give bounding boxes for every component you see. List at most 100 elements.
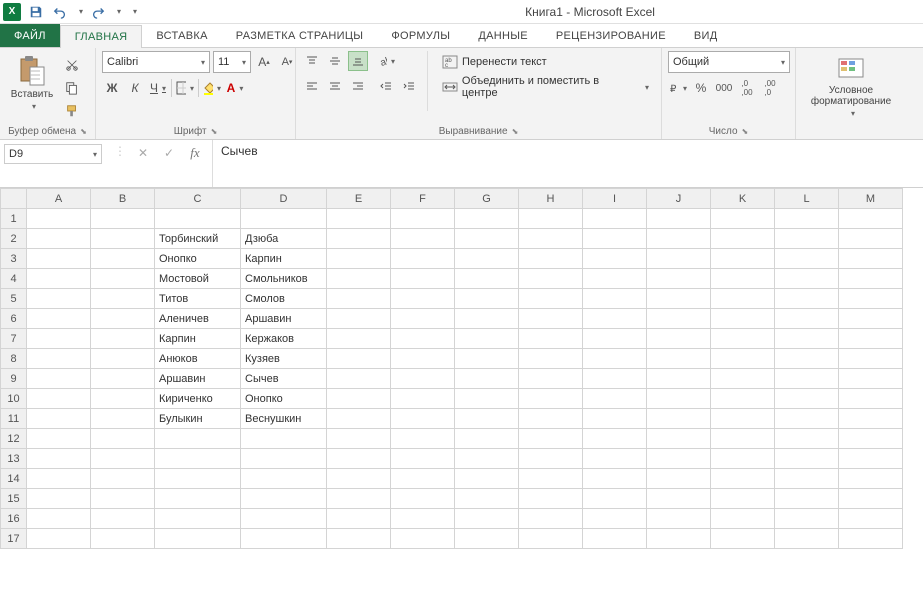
cell[interactable]: [327, 349, 391, 369]
save-icon[interactable]: [27, 3, 45, 21]
cell[interactable]: [711, 529, 775, 549]
cell[interactable]: [775, 329, 839, 349]
cell[interactable]: [775, 469, 839, 489]
enter-formula-icon[interactable]: ✓: [160, 144, 178, 162]
align-middle-icon[interactable]: [325, 51, 345, 71]
cell[interactable]: [583, 329, 647, 349]
cell[interactable]: [391, 369, 455, 389]
cell[interactable]: Смолов: [241, 289, 327, 309]
cell[interactable]: [839, 229, 903, 249]
cell[interactable]: [91, 349, 155, 369]
cell[interactable]: [711, 389, 775, 409]
number-launcher-icon[interactable]: ⬊: [742, 127, 749, 136]
tab-data[interactable]: ДАННЫЕ: [464, 24, 542, 47]
cell[interactable]: [519, 369, 583, 389]
cell[interactable]: [327, 329, 391, 349]
cell[interactable]: [583, 489, 647, 509]
cell[interactable]: Онопко: [241, 389, 327, 409]
column-header[interactable]: B: [91, 189, 155, 209]
cell[interactable]: [27, 529, 91, 549]
row-header[interactable]: 16: [1, 509, 27, 529]
cell[interactable]: [647, 329, 711, 349]
font-launcher-icon[interactable]: ⬊: [211, 127, 218, 136]
cell[interactable]: [583, 429, 647, 449]
cell[interactable]: [27, 309, 91, 329]
cell[interactable]: [327, 209, 391, 229]
cell[interactable]: [839, 389, 903, 409]
bold-button[interactable]: Ж: [102, 78, 122, 98]
cell[interactable]: [327, 269, 391, 289]
cell[interactable]: [455, 289, 519, 309]
cell[interactable]: [155, 449, 241, 469]
cell[interactable]: [711, 409, 775, 429]
cell[interactable]: [455, 229, 519, 249]
cell[interactable]: [27, 289, 91, 309]
cell[interactable]: Аленичев: [155, 309, 241, 329]
cell[interactable]: [391, 209, 455, 229]
cell[interactable]: [711, 209, 775, 229]
cell[interactable]: [711, 289, 775, 309]
cell[interactable]: [583, 469, 647, 489]
cell[interactable]: [327, 429, 391, 449]
cell[interactable]: [391, 289, 455, 309]
cell[interactable]: [27, 369, 91, 389]
row-header[interactable]: 5: [1, 289, 27, 309]
undo-icon[interactable]: [51, 3, 69, 21]
cell[interactable]: [711, 349, 775, 369]
cell[interactable]: [155, 429, 241, 449]
cell[interactable]: [647, 449, 711, 469]
grow-font-icon[interactable]: A▴: [254, 52, 274, 72]
cell[interactable]: [583, 409, 647, 429]
cell[interactable]: [241, 429, 327, 449]
row-header[interactable]: 10: [1, 389, 27, 409]
cell[interactable]: [775, 389, 839, 409]
cell[interactable]: [27, 509, 91, 529]
row-header[interactable]: 2: [1, 229, 27, 249]
cell[interactable]: [583, 269, 647, 289]
cell[interactable]: [455, 469, 519, 489]
cell[interactable]: [647, 289, 711, 309]
cell[interactable]: [91, 389, 155, 409]
cell[interactable]: [91, 209, 155, 229]
align-left-icon[interactable]: [302, 76, 322, 96]
cell[interactable]: [155, 529, 241, 549]
cell[interactable]: [241, 469, 327, 489]
cell[interactable]: [27, 429, 91, 449]
row-header[interactable]: 17: [1, 529, 27, 549]
cell[interactable]: [647, 309, 711, 329]
cell[interactable]: [91, 269, 155, 289]
conditional-formatting-button[interactable]: Условное форматирование ▾: [802, 51, 900, 118]
cell[interactable]: [839, 509, 903, 529]
tab-home[interactable]: ГЛАВНАЯ: [60, 25, 143, 48]
row-header[interactable]: 4: [1, 269, 27, 289]
cell[interactable]: [391, 269, 455, 289]
cell[interactable]: [455, 429, 519, 449]
align-center-icon[interactable]: [325, 76, 345, 96]
column-header[interactable]: G: [455, 189, 519, 209]
cell[interactable]: [91, 429, 155, 449]
row-header[interactable]: 12: [1, 429, 27, 449]
cell[interactable]: [647, 229, 711, 249]
column-header[interactable]: M: [839, 189, 903, 209]
cell[interactable]: [839, 249, 903, 269]
increase-indent-icon[interactable]: [399, 76, 419, 96]
cell[interactable]: [647, 369, 711, 389]
cell[interactable]: [519, 209, 583, 229]
cell[interactable]: [241, 529, 327, 549]
cell[interactable]: [455, 329, 519, 349]
row-header[interactable]: 9: [1, 369, 27, 389]
cell[interactable]: Аршавин: [155, 369, 241, 389]
cell[interactable]: [839, 449, 903, 469]
column-header[interactable]: I: [583, 189, 647, 209]
row-header[interactable]: 11: [1, 409, 27, 429]
cell[interactable]: [391, 349, 455, 369]
cell[interactable]: [519, 329, 583, 349]
cell[interactable]: [91, 289, 155, 309]
cell[interactable]: [711, 429, 775, 449]
alignment-launcher-icon[interactable]: ⬊: [512, 127, 519, 136]
cell[interactable]: [647, 489, 711, 509]
comma-format-icon[interactable]: 000: [714, 78, 734, 98]
cell[interactable]: [91, 449, 155, 469]
cell[interactable]: [241, 449, 327, 469]
cell[interactable]: [455, 269, 519, 289]
